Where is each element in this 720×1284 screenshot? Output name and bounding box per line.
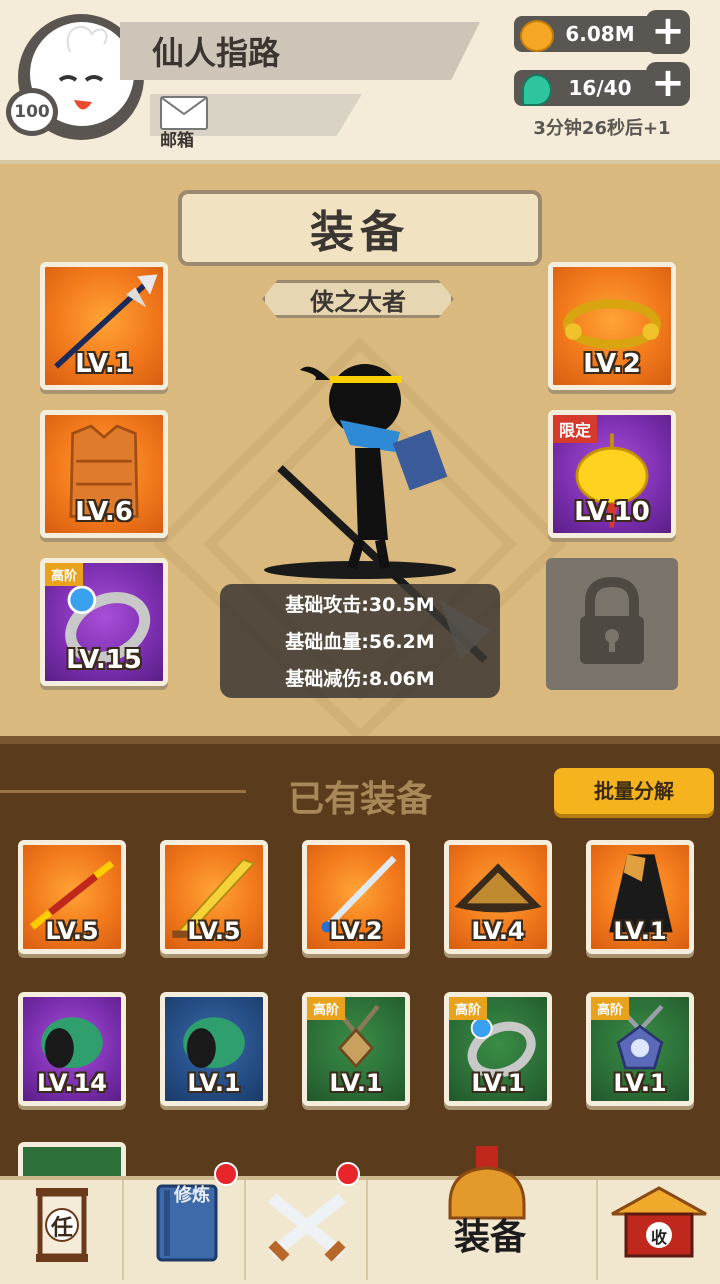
item-level: LV.5 [45, 917, 99, 945]
lock-icon [580, 576, 644, 664]
slot-level: LV.6 [75, 497, 133, 527]
equip-slot-pendant[interactable]: 限定 LV.10 [548, 410, 676, 538]
nav-equipment-label[interactable]: 装备 [440, 1208, 540, 1260]
mail-label[interactable]: 邮箱 [160, 126, 194, 151]
inventory-item-amulet-bronze[interactable]: 高阶 LV.1 [302, 992, 410, 1106]
coin-value: 6.08M [565, 22, 635, 46]
slot-level: LV.2 [583, 349, 641, 379]
item-level: LV.1 [613, 917, 667, 945]
equip-slot-headband[interactable]: LV.2 [548, 262, 676, 390]
slot-level: LV.1 [75, 349, 133, 379]
item-level: LV.1 [613, 1069, 667, 1097]
player-name: 仙人指路 [152, 34, 281, 72]
coin-icon [520, 20, 554, 52]
player-level-badge: 100 [6, 88, 58, 136]
energy-timer: 3分钟26秒后+1 [533, 118, 671, 139]
item-level: LV.2 [329, 917, 383, 945]
collect-glyph: 收 [650, 1228, 667, 1247]
inventory-item-ring-blue[interactable]: 高阶 LV.1 [444, 992, 552, 1106]
item-level: LV.1 [329, 1069, 383, 1097]
equip-slot-weapon[interactable]: LV.1 [40, 262, 168, 390]
equip-slot-ring[interactable]: 高阶 LV.15 [40, 558, 168, 686]
slot-level: LV.10 [574, 497, 650, 527]
inventory-item-cape[interactable]: LV.1 [586, 840, 694, 954]
limited-tag: 限定 [553, 415, 598, 443]
task-glyph: 任 [50, 1216, 73, 1241]
mail-icon[interactable] [160, 96, 208, 130]
nav-collect[interactable]: 收 [598, 1180, 720, 1280]
item-level: LV.5 [187, 917, 241, 945]
add-coins-button[interactable]: + [646, 10, 690, 54]
inventory-item-straw-hat[interactable]: LV.4 [444, 840, 552, 954]
add-energy-button[interactable]: + [646, 62, 690, 106]
item-level: LV.1 [187, 1069, 241, 1097]
equip-slot-armor[interactable]: LV.6 [40, 410, 168, 538]
tier-tag: 高阶 [449, 997, 488, 1020]
inventory-item-bracer-2[interactable]: LV.1 [160, 992, 268, 1106]
bulk-dismantle-button[interactable]: 批量分解 [554, 768, 714, 814]
cultivate-glyph: 修炼 [174, 1185, 210, 1206]
inventory-item-partial[interactable] [18, 1142, 126, 1176]
inventory-item-golden-saber[interactable]: LV.5 [160, 840, 268, 954]
nav-tasks[interactable]: 任 [0, 1180, 124, 1280]
inventory-title: 已有装备 [287, 779, 432, 820]
stat-damage-reduction: 基础减伤:8.06M [285, 668, 435, 690]
equipment-title: 装备 [310, 207, 410, 258]
energy-gem-icon [522, 74, 552, 106]
tier-tag: 高阶 [45, 563, 84, 586]
stat-health: 基础血量:56.2M [285, 631, 435, 653]
inventory-item-amulet-sapphire[interactable]: 高阶 LV.1 [586, 992, 694, 1106]
tier-tag: 高阶 [591, 997, 630, 1020]
item-level: LV.14 [37, 1069, 107, 1097]
slot-level: LV.15 [66, 645, 142, 675]
divider [0, 790, 246, 793]
inventory-item-bracer[interactable]: LV.14 [18, 992, 126, 1106]
stat-attack: 基础攻击:30.5M [285, 594, 435, 616]
nav-battle[interactable] [246, 1162, 368, 1280]
energy-value: 16/40 [568, 76, 632, 100]
item-level: LV.1 [471, 1069, 525, 1097]
inventory-item-sword[interactable]: LV.2 [302, 840, 410, 954]
rank-title: 侠之大者 [310, 288, 406, 316]
notification-dot [336, 1162, 360, 1186]
item-level: LV.4 [471, 917, 525, 945]
equip-slot-locked[interactable] [546, 558, 678, 690]
crossed-swords-icon [268, 1193, 346, 1262]
inventory-item-staff[interactable]: LV.5 [18, 840, 126, 954]
tier-tag: 高阶 [307, 997, 346, 1020]
nav-cultivate[interactable]: 修炼 [124, 1162, 246, 1280]
notification-dot [214, 1162, 238, 1186]
